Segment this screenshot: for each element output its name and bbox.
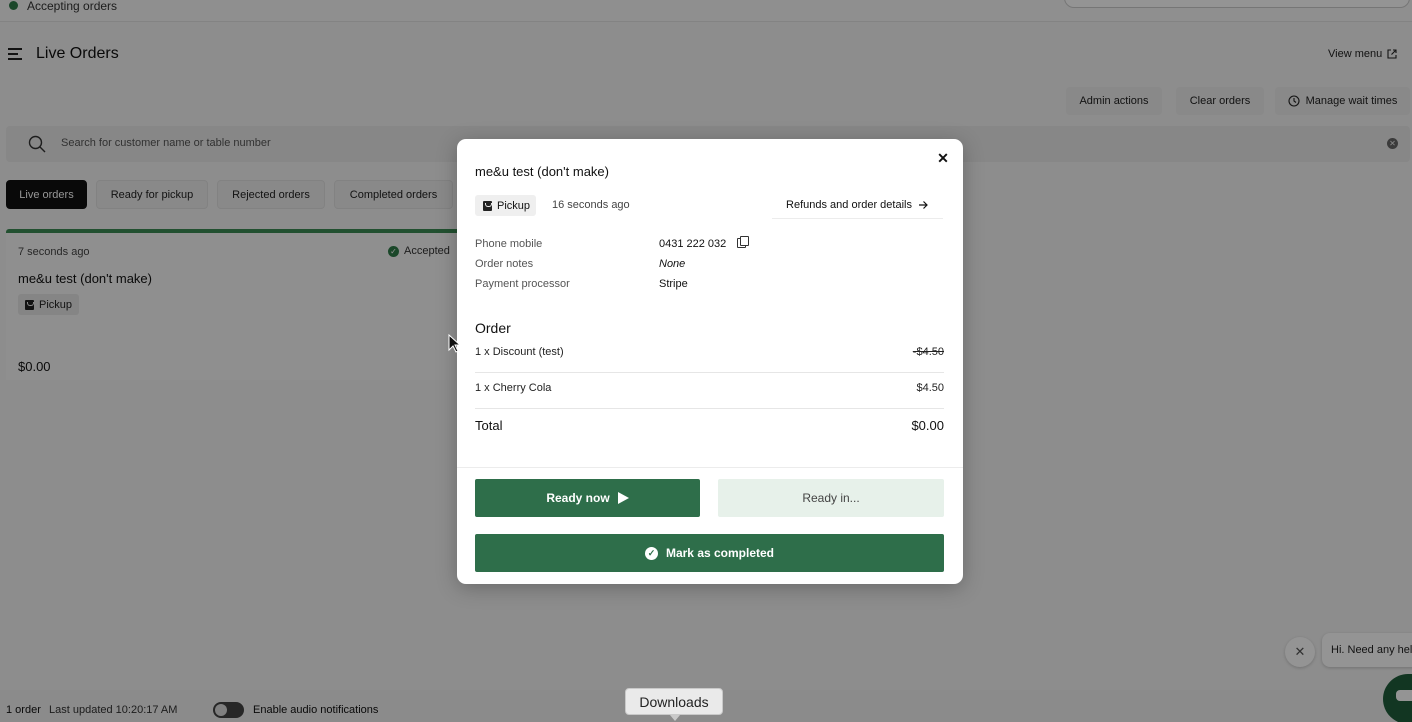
refunds-label: Refunds and order details [786,199,912,211]
ready-now-button[interactable]: Ready now [475,479,700,517]
line-item-name: 1 x Cherry Cola [475,382,552,394]
ready-in-label: Ready in... [802,491,860,505]
modal-title: me&u test (don't make) [475,164,609,179]
divider [457,467,963,468]
downloads-tooltip: Downloads [625,688,723,721]
line-item-price: $4.50 [916,382,944,394]
payment-processor-label: Payment processor [475,278,570,290]
mark-as-completed-label: Mark as completed [665,546,775,560]
total-label: Total [475,418,503,433]
close-icon[interactable]: ✕ [936,150,950,166]
shopping-bag-icon [483,200,492,211]
line-item-name: 1 x Discount (test) [475,346,564,358]
arrow-right-icon [918,201,928,209]
line-item-price: -$4.50 [912,346,944,358]
mark-as-completed-button[interactable]: ✓ Mark as completed [475,534,944,572]
order-detail-modal: me&u test (don't make) ✕ Pickup 16 secon… [457,139,963,584]
order-heading: Order [475,320,511,336]
send-icon [617,492,629,504]
check-circle-icon: ✓ [644,546,658,560]
ready-in-button[interactable]: Ready in... [718,479,944,517]
order-total-row: Total $0.00 [475,418,944,433]
refunds-and-details-link[interactable]: Refunds and order details [772,192,943,219]
total-value: $0.00 [911,418,944,433]
order-notes-label: Order notes [475,258,534,270]
modal-order-type-tag: Pickup [475,195,537,216]
mouse-cursor-icon [448,334,462,353]
order-notes-value: None [659,258,686,270]
order-age: 16 seconds ago [552,199,630,211]
phone-label: Phone mobile [475,238,543,250]
order-line-item: 1 x Cherry Cola $4.50 [475,373,944,409]
order-line-item: 1 x Discount (test) -$4.50 [475,337,944,373]
modal-order-type-label: Pickup [497,199,531,212]
copy-icon[interactable] [737,236,750,248]
phone-value-row: 0431 222 032 [659,236,750,250]
ready-now-label: Ready now [546,491,610,505]
payment-processor-value: Stripe [659,278,688,290]
phone-value: 0431 222 032 [659,238,727,250]
